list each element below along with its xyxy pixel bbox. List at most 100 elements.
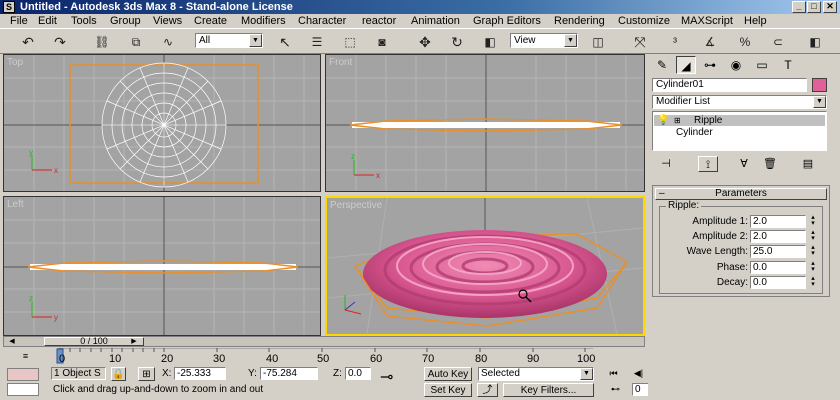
object-name-field[interactable]: Cylinder01 xyxy=(652,78,807,92)
go-to-start-icon[interactable]: ⏮ xyxy=(605,367,622,380)
rectangular-selection-icon[interactable]: ⬚ xyxy=(340,32,360,52)
select-and-link-icon[interactable]: ⛓ xyxy=(92,32,112,52)
utilities-tab-icon[interactable]: T xyxy=(778,56,798,74)
maxscript-listener-swatch[interactable] xyxy=(7,368,39,381)
parameters-rollout-header[interactable]: – Parameters xyxy=(655,188,827,200)
named-selection-icon[interactable]: ◧ xyxy=(805,32,825,52)
time-prev-icon[interactable]: ◀ xyxy=(6,337,18,346)
menu-customize[interactable]: Customize xyxy=(618,15,670,27)
spinner-icon[interactable]: ▴ ▾ xyxy=(808,275,818,289)
viewport-left-label[interactable]: Left xyxy=(7,199,24,210)
menu-modifiers[interactable]: Modifiers xyxy=(241,15,286,27)
menu-file[interactable]: File xyxy=(10,15,28,27)
maximize-icon[interactable]: □ xyxy=(807,1,821,13)
select-and-scale-icon[interactable]: ◧ xyxy=(480,32,500,52)
amplitude-1-field[interactable]: 2.0 xyxy=(750,215,806,228)
select-and-move-icon[interactable]: ✥ xyxy=(415,32,435,52)
select-object-icon[interactable]: ↖ xyxy=(275,32,295,52)
select-by-name-icon[interactable]: ☰ xyxy=(307,32,327,52)
remove-modifier-icon[interactable]: 🗑 xyxy=(760,156,780,172)
app-icon[interactable]: S xyxy=(3,1,15,13)
select-and-rotate-icon[interactable]: ↻ xyxy=(447,32,467,52)
pin-stack-icon[interactable]: ⊣ xyxy=(656,156,676,172)
bind-to-space-warp-icon[interactable]: ∿ xyxy=(158,32,178,52)
absolute-mode-icon[interactable]: ⊞ xyxy=(138,367,155,381)
previous-frame-icon[interactable]: ◀| xyxy=(630,367,647,380)
key-icon[interactable]: ⊸ xyxy=(380,368,393,388)
pivot-center-icon[interactable]: ◫ xyxy=(588,32,608,52)
x-coordinate-field[interactable]: -25.333 xyxy=(174,367,226,380)
viewport-perspective-label[interactable]: Perspective xyxy=(330,200,382,211)
reference-coordinate-dropdown[interactable]: View ▼ xyxy=(510,33,578,48)
undo-icon[interactable]: ↶ xyxy=(18,32,38,52)
rollout-title: Parameters xyxy=(715,188,767,199)
default-in-out-tangent-icon[interactable]: ⤴ xyxy=(477,383,498,397)
key-filters-button[interactable]: Key Filters... xyxy=(503,383,594,397)
menu-group[interactable]: Group xyxy=(110,15,141,27)
redo-icon[interactable]: ↷ xyxy=(50,32,70,52)
angle-snap-icon[interactable]: ∡ xyxy=(700,32,720,52)
key-mode-dropdown[interactable]: Selected ▼ xyxy=(478,367,594,381)
stack-item-cylinder[interactable]: Cylinder xyxy=(654,127,825,138)
window-crossing-icon[interactable]: ◙ xyxy=(372,32,392,52)
make-unique-icon[interactable]: ∀ xyxy=(734,156,754,172)
set-key-button[interactable]: Set Key xyxy=(424,383,472,397)
y-coordinate-field[interactable]: -75.284 xyxy=(260,367,318,380)
param-label: Amplitude 2: xyxy=(692,231,748,242)
create-tab-icon[interactable]: ✎ xyxy=(652,56,672,74)
viewport-front-label[interactable]: Front xyxy=(329,57,352,68)
key-mode-toggle-icon[interactable]: ⊷ xyxy=(607,383,624,396)
viewport-front[interactable]: z x Front xyxy=(325,54,645,192)
z-coordinate-field[interactable]: 0.0 xyxy=(345,367,371,380)
menu-maxscript[interactable]: MAXScript xyxy=(681,15,733,27)
menu-reactor[interactable]: reactor xyxy=(362,15,396,27)
selection-filter-dropdown[interactable]: All ▼ xyxy=(195,33,263,48)
spinner-snap-icon[interactable]: ⊂ xyxy=(768,32,788,52)
expand-icon[interactable]: ⊞ xyxy=(674,115,681,126)
menu-bar: File Edit Tools Group Views Create Modif… xyxy=(0,14,840,28)
viewport-top-label[interactable]: Top xyxy=(7,57,23,68)
menu-graph-editors[interactable]: Graph Editors xyxy=(473,15,541,27)
display-tab-icon[interactable]: ▭ xyxy=(752,56,772,74)
time-next-icon[interactable]: ▶ xyxy=(128,337,140,346)
spinner-icon[interactable]: ▴ ▾ xyxy=(808,229,818,243)
menu-tools[interactable]: Tools xyxy=(71,15,97,27)
object-color-swatch[interactable] xyxy=(812,78,827,92)
modify-tab-icon[interactable]: ◢ xyxy=(676,56,696,74)
maxscript-mini-listener[interactable] xyxy=(7,383,39,396)
wave-length-field[interactable]: 25.0 xyxy=(750,245,806,258)
unlink-selection-icon[interactable]: ⧉ xyxy=(126,32,146,52)
show-end-result-icon[interactable]: ⟟ xyxy=(698,156,718,172)
menu-create[interactable]: Create xyxy=(194,15,227,27)
minimize-icon[interactable]: _ xyxy=(792,1,806,13)
close-icon[interactable]: ✕ xyxy=(823,1,837,13)
modifier-list-dropdown[interactable]: Modifier List ▼ xyxy=(652,95,827,109)
stack-item-ripple[interactable]: 💡 ⊞ Ripple xyxy=(654,115,825,126)
menu-help[interactable]: Help xyxy=(744,15,767,27)
spinner-icon[interactable]: ▴ ▾ xyxy=(808,214,818,228)
menu-views[interactable]: Views xyxy=(153,15,182,27)
configure-modifier-sets-icon[interactable]: ▤ xyxy=(798,156,818,172)
percent-snap-icon[interactable]: % xyxy=(735,32,755,52)
spinner-icon[interactable]: ▴ ▾ xyxy=(808,260,818,274)
auto-key-button[interactable]: Auto Key xyxy=(424,367,472,381)
track-bar[interactable]: ≡ 0 10 20 30 40 50 60 70 80 90 100 xyxy=(3,348,603,366)
select-and-manipulate-icon[interactable]: ⤧ xyxy=(630,32,650,52)
viewport-left[interactable]: z y Left xyxy=(3,196,321,336)
lock-icon[interactable]: 🔒 xyxy=(111,367,126,381)
hierarchy-tab-icon[interactable]: ⊶ xyxy=(700,56,720,74)
menu-character[interactable]: Character xyxy=(298,15,346,27)
phase-field[interactable]: 0.0 xyxy=(750,261,806,274)
spinner-icon[interactable]: ▴ ▾ xyxy=(808,244,818,258)
time-slider-track[interactable]: ◀ 0 / 100 ▶ xyxy=(3,336,645,347)
viewport-perspective[interactable]: Perspective xyxy=(325,196,645,336)
snaps-toggle-icon[interactable]: ³ xyxy=(665,32,685,52)
menu-animation[interactable]: Animation xyxy=(411,15,460,27)
lightbulb-icon[interactable]: 💡 xyxy=(657,115,669,126)
decay-field[interactable]: 0.0 xyxy=(750,276,806,289)
amplitude-2-field[interactable]: 2.0 xyxy=(750,230,806,243)
menu-rendering[interactable]: Rendering xyxy=(554,15,605,27)
viewport-top[interactable]: y x Top xyxy=(3,54,321,192)
motion-tab-icon[interactable]: ◉ xyxy=(726,56,746,74)
menu-edit[interactable]: Edit xyxy=(38,15,57,27)
